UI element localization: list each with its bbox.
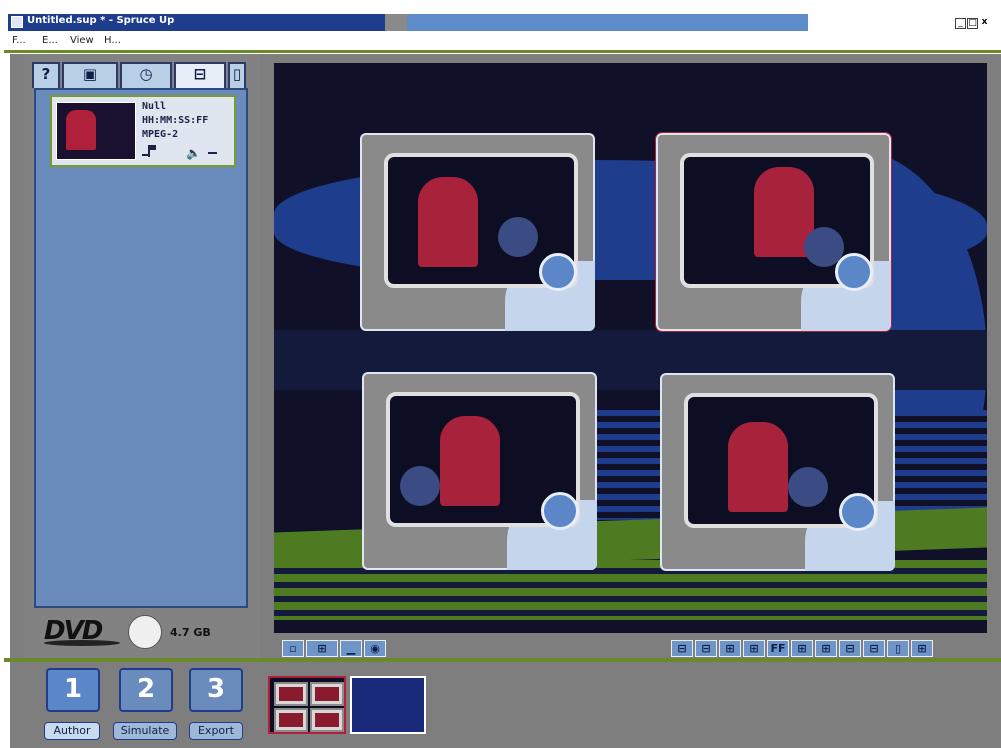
grid-button[interactable]: ⊞: [306, 640, 338, 657]
flag-icon[interactable]: [142, 145, 156, 157]
film-icon: ⊟: [193, 65, 207, 83]
speaker-icon[interactable]: 🔈: [186, 146, 201, 160]
same-height-button[interactable]: ⊟: [863, 640, 885, 657]
arrange-button[interactable]: ⊞: [911, 640, 933, 657]
author-mode-button[interactable]: 1: [46, 668, 100, 712]
simulate-mode-label[interactable]: Simulate: [113, 722, 177, 740]
tab-clips[interactable]: ⊟: [174, 62, 226, 88]
align-bottom-button[interactable]: ⊞: [743, 640, 765, 657]
disc-capacity: 4.7 GB: [170, 626, 211, 639]
help-icon: ?: [41, 65, 51, 83]
close-button[interactable]: x: [979, 18, 990, 29]
menu-button-2[interactable]: [655, 132, 892, 332]
simulate-mode-button[interactable]: 2: [119, 668, 173, 712]
menu-help[interactable]: H...: [104, 35, 121, 46]
title-bar-segment: [407, 14, 808, 31]
safe-area-button[interactable]: ▫: [282, 640, 304, 657]
align-top-button[interactable]: ⊞: [719, 640, 741, 657]
menu-button-1[interactable]: [360, 133, 595, 331]
menu-button-3[interactable]: [362, 372, 597, 570]
clip-name: Null: [142, 101, 167, 112]
same-width-button[interactable]: ⊟: [839, 640, 861, 657]
menu-view[interactable]: View: [70, 35, 94, 46]
tab-timer[interactable]: ◷: [120, 62, 172, 88]
export-mode-button[interactable]: 3: [189, 668, 243, 712]
window-title: Untitled.sup * - Spruce Up: [27, 15, 175, 26]
app-icon[interactable]: [11, 16, 23, 28]
tab-doc[interactable]: ▯: [228, 62, 246, 88]
align-right-button[interactable]: ⊟: [695, 640, 717, 657]
same-size-button[interactable]: ▯: [887, 640, 909, 657]
tab-media[interactable]: ▣: [62, 62, 118, 88]
divider: [4, 50, 1001, 53]
timer-icon: ◷: [139, 65, 153, 83]
menu-edit[interactable]: E...: [42, 35, 58, 46]
align-left-button[interactable]: ⊟: [671, 640, 693, 657]
media-icon: ▣: [82, 65, 98, 83]
baseline-button[interactable]: ▁: [340, 640, 362, 657]
clip-duration: HH:MM:SS:FF: [142, 115, 209, 126]
minimize-button[interactable]: _: [955, 18, 966, 29]
highlight-button[interactable]: ◉: [364, 640, 386, 657]
menu-thumbnail[interactable]: [268, 676, 346, 734]
menu-file[interactable]: F...: [12, 35, 26, 46]
tv-knob: [835, 253, 873, 291]
mute-icon[interactable]: [208, 152, 217, 154]
distribute-button[interactable]: FF: [767, 640, 789, 657]
tv-knob: [839, 493, 877, 531]
menu-thumbnail[interactable]: [350, 676, 426, 734]
author-mode-label[interactable]: Author: [44, 722, 100, 740]
tab-help[interactable]: ?: [32, 62, 60, 88]
clip-format: MPEG-2: [142, 129, 179, 140]
center-v-button[interactable]: ⊞: [815, 640, 837, 657]
dvd-logo-disc: [44, 640, 120, 646]
export-mode-label[interactable]: Export: [189, 722, 243, 740]
tv-knob: [539, 253, 577, 291]
menu-button-4[interactable]: [660, 373, 895, 571]
disc-usage-meter: [128, 615, 162, 649]
title-bar-segment: [385, 14, 407, 31]
tv-knob: [541, 492, 579, 530]
clip-thumbnail-figure: [66, 110, 96, 150]
maximize-button[interactable]: □: [967, 18, 978, 29]
document-icon: ▯: [232, 65, 242, 83]
center-h-button[interactable]: ⊞: [791, 640, 813, 657]
